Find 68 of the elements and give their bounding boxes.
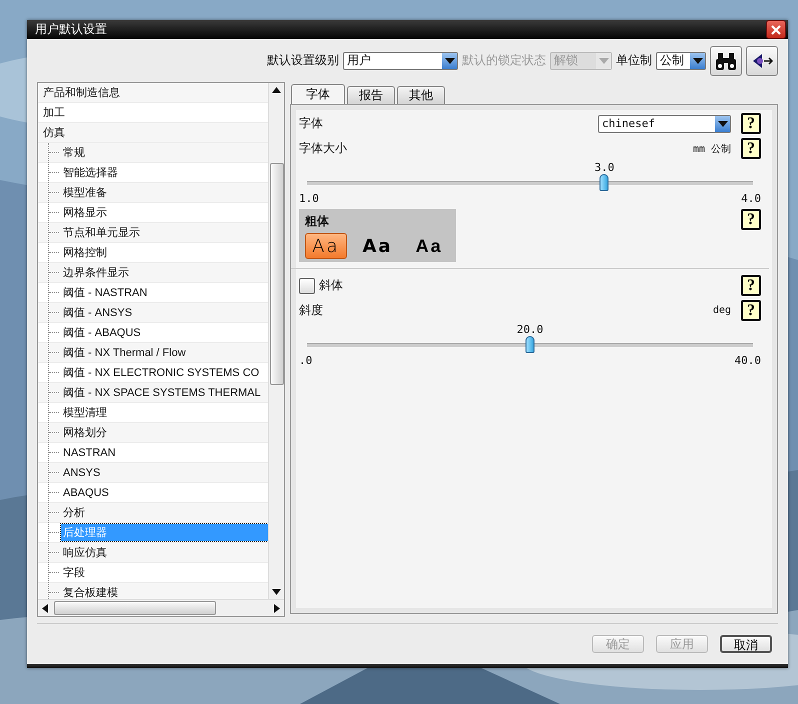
italic-checkbox[interactable] — [299, 278, 315, 294]
help-button[interactable]: ? — [741, 275, 761, 296]
lock-label: 默认的锁定状态 — [462, 52, 546, 69]
tree-item[interactable]: 网格划分 — [61, 424, 109, 441]
tree-item[interactable]: 模型准备 — [61, 184, 109, 201]
font-dropdown[interactable]: chinesef — [598, 114, 731, 132]
slider-label: 字体大小 — [299, 140, 348, 157]
unit-label: mm 公制 — [692, 142, 731, 156]
window-title: 用户默认设置 — [35, 21, 107, 38]
close-icon — [771, 24, 781, 34]
tree-item[interactable]: 网格显示 — [61, 204, 109, 221]
help-button[interactable]: ? — [741, 113, 761, 134]
help-button[interactable]: ? — [741, 300, 761, 321]
caret-icon — [444, 58, 454, 64]
tree-item[interactable]: 分析 — [61, 504, 87, 521]
tree-item[interactable]: 阈值 - NX ELECTRONIC SYSTEMS CO — [61, 364, 262, 381]
font-weight-option[interactable]: Aa — [356, 233, 398, 259]
slider-max: 40.0 — [734, 354, 761, 367]
tree-item[interactable]: 加工 — [41, 104, 67, 121]
slider-value: 20.0 — [516, 323, 544, 336]
down-arrow-icon — [272, 589, 281, 595]
slider-min: 1.0 — [299, 192, 319, 205]
close-button[interactable] — [766, 20, 786, 39]
tab[interactable]: 报告 — [347, 86, 395, 104]
tree-item[interactable]: ABAQUS — [61, 486, 111, 500]
unit-label: deg — [712, 305, 731, 316]
tab[interactable]: 其他 — [397, 86, 445, 104]
vertical-scrollbar[interactable] — [268, 83, 284, 599]
horizontal-scrollbar[interactable] — [38, 599, 284, 616]
units-label: 单位制 — [616, 52, 652, 69]
slider-label: 斜度 — [299, 302, 324, 319]
help-button[interactable]: ? — [741, 209, 761, 230]
tree-item[interactable]: 模型清理 — [61, 404, 109, 421]
tree-item[interactable]: 阈值 - NASTRAN — [61, 284, 150, 301]
wizard-icon-button[interactable] — [746, 46, 778, 76]
help-button[interactable]: ? — [741, 138, 761, 159]
caret-icon — [598, 58, 608, 64]
tree-item[interactable]: 仿真 — [41, 124, 67, 141]
left-arrow-icon — [42, 604, 48, 612]
up-arrow-icon — [272, 87, 281, 93]
tree-item[interactable]: NASTRAN — [61, 446, 118, 460]
font-weight-option[interactable]: Aa — [305, 233, 347, 259]
slider-thumb[interactable] — [526, 336, 534, 353]
tree-item[interactable]: 阈值 - ABAQUS — [61, 324, 143, 341]
caret-icon — [692, 58, 702, 64]
binoculars-button[interactable] — [710, 46, 742, 76]
bold-label: 粗体 — [305, 214, 329, 228]
caret-icon — [718, 120, 728, 126]
right-arrow-icon — [274, 604, 280, 612]
tree-item[interactable]: 智能选择器 — [61, 164, 120, 181]
level-label: 默认设置级别 — [267, 52, 339, 69]
level-dropdown[interactable]: 用户 — [343, 52, 458, 70]
dialog-button[interactable]: 取消 — [720, 635, 772, 653]
italic-label: 斜体 — [319, 277, 344, 294]
tree-item[interactable]: ANSYS — [61, 466, 102, 480]
units-dropdown[interactable]: 公制 — [656, 52, 706, 70]
font-weight-option[interactable]: Aa — [408, 233, 450, 259]
binoculars-icon — [714, 50, 738, 70]
font-label: 字体 — [299, 115, 323, 132]
tree-item[interactable]: 字段 — [61, 564, 87, 581]
tree-item[interactable]: 响应仿真 — [61, 544, 109, 561]
slider-min: .0 — [299, 354, 312, 367]
slider-max: 4.0 — [741, 192, 761, 205]
tree-item[interactable]: 常规 — [61, 144, 87, 161]
tab[interactable]: 字体 — [291, 84, 345, 104]
slider-value: 3.0 — [594, 161, 614, 174]
tree-item[interactable]: 网格控制 — [61, 244, 109, 261]
slider-thumb[interactable] — [600, 174, 609, 191]
